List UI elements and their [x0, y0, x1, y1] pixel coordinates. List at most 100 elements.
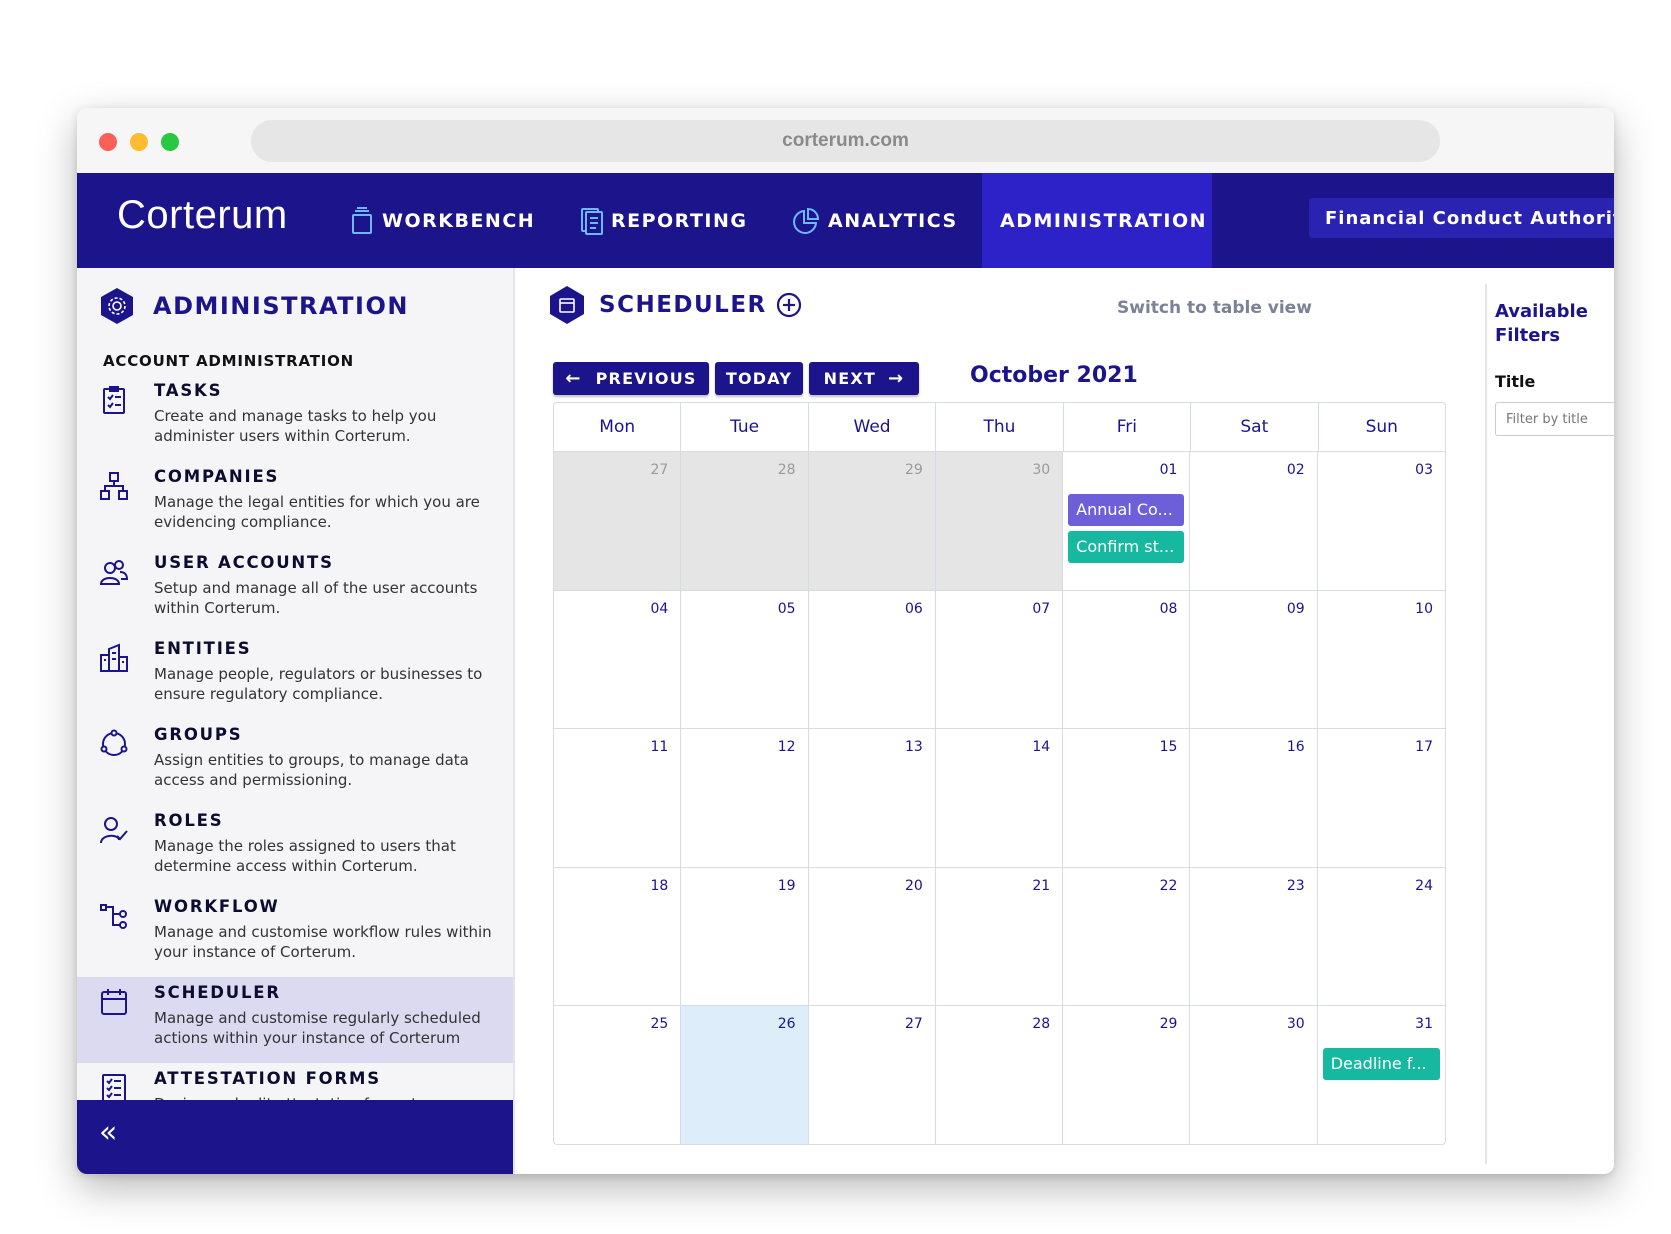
filter-title-input[interactable]	[1495, 402, 1614, 436]
calendar-day-cell[interactable]: 20	[808, 867, 936, 1007]
previous-button-label: PREVIOUS	[595, 369, 697, 388]
day-number: 29	[1159, 1016, 1178, 1033]
calendar-day-cell[interactable]: 31 Deadline f...	[1318, 1006, 1445, 1144]
sidebar-item-desc: Manage the roles assigned to users that …	[154, 837, 456, 875]
day-number: 02	[1286, 462, 1305, 478]
calendar-day-cell[interactable]: 16	[1190, 729, 1318, 868]
filters-title: Available Filters	[1495, 301, 1588, 346]
calendar-day-cell[interactable]: 13	[808, 729, 936, 868]
day-number: 16	[1286, 739, 1305, 756]
calendar-day-cell[interactable]: 01 Annual Co... Confirm st...	[1063, 452, 1191, 591]
calendar-day-cell[interactable]: 17	[1317, 729, 1445, 868]
calendar-day-cell[interactable]: 15	[1063, 729, 1191, 868]
sidebar-item-desc: Manage and customise workflow rules with…	[154, 923, 492, 961]
calendar-day-cell[interactable]: 22	[1063, 867, 1191, 1007]
calendar-event[interactable]: Confirm st...	[1068, 531, 1185, 563]
calendar-day-cell[interactable]: 21	[935, 867, 1064, 1007]
sidebar-item-roles[interactable]: ROLES Manage the roles assigned to users…	[77, 805, 513, 891]
next-button[interactable]: NEXT →	[809, 362, 919, 395]
organisation-select[interactable]: Financial Conduct Authority ▼	[1309, 198, 1614, 238]
nav-analytics-label: ANALYTICS	[828, 209, 958, 232]
calendar-day-cell[interactable]: 07	[935, 590, 1064, 730]
users-icon	[99, 560, 129, 585]
calendar-day-cell[interactable]: 12	[681, 729, 809, 868]
address-bar[interactable]: corterum.com	[251, 120, 1440, 162]
brand-logo[interactable]: Corterum	[117, 193, 288, 238]
form-checklist-icon	[102, 1074, 126, 1102]
calendar-day-cell[interactable]: 27	[554, 452, 682, 591]
day-number: 11	[650, 739, 669, 756]
calendar-day-cell[interactable]: 02	[1190, 452, 1318, 591]
nav-reporting[interactable]: REPORTING	[579, 173, 748, 268]
calendar-day-cell[interactable]: 18	[554, 867, 682, 1007]
day-number: 17	[1415, 739, 1433, 756]
sidebar-item-groups[interactable]: GROUPS Assign entities to groups, to man…	[77, 719, 513, 805]
calendar-day-cell[interactable]: 09	[1190, 590, 1318, 730]
calendar-event[interactable]: Annual Co...	[1068, 494, 1185, 526]
calendar-event[interactable]: Deadline f...	[1322, 1048, 1440, 1081]
sidebar-item-name: ROLES	[154, 811, 224, 830]
top-navigation: Corterum WORKBENCH REPORTING ANALYTICS A…	[77, 173, 1614, 268]
switch-to-table-view-link[interactable]: Switch to table view	[1117, 298, 1312, 318]
calendar-day-cell[interactable]: 14	[935, 729, 1064, 868]
day-number: 12	[777, 739, 796, 756]
day-number: 21	[1032, 877, 1051, 894]
sidebar-item-scheduler[interactable]: SCHEDULER Manage and customise regularly…	[77, 977, 513, 1063]
weekday-sun: Sun	[1365, 417, 1398, 437]
calendar-day-cell[interactable]: 08	[1063, 590, 1191, 730]
calendar-day-cell[interactable]: 27	[809, 1006, 936, 1144]
minimize-window-button[interactable]	[130, 133, 148, 151]
sidebar-item-name: COMPANIES	[154, 467, 280, 486]
calendar-day-cell[interactable]: 11	[554, 729, 682, 868]
calendar-day-cell[interactable]: 10	[1317, 591, 1445, 730]
calendar-navigation: ← PREVIOUS TODAY NEXT →	[553, 362, 919, 395]
sidebar-item-desc: Manage people, regulators or businesses …	[154, 665, 483, 703]
day-number: 20	[905, 877, 923, 894]
sidebar-item-entities[interactable]: ENTITIES Manage people, regulators or bu…	[77, 633, 513, 719]
calendar-day-cell[interactable]: 24	[1317, 868, 1445, 1007]
maximize-window-button[interactable]	[161, 133, 179, 151]
sidebar-item-user-accounts[interactable]: USER ACCOUNTS Setup and manage all of th…	[77, 547, 513, 633]
day-number: 31	[1415, 1016, 1433, 1033]
close-window-button[interactable]	[99, 133, 117, 151]
admin-sidebar: ADMINISTRATION ACCOUNT ADMINISTRATION TA…	[77, 268, 515, 1174]
calendar-day-cell[interactable]: 05	[681, 590, 809, 730]
user-check-icon	[100, 817, 128, 844]
collapse-sidebar-icon[interactable]: «	[99, 1118, 117, 1148]
calendar-day-cell[interactable]: 30	[935, 452, 1064, 591]
calendar-day-cell[interactable]: 19	[681, 867, 809, 1007]
day-number: 07	[1032, 600, 1051, 617]
calendar-day-cell[interactable]: 29	[1063, 1006, 1191, 1144]
day-number: 25	[650, 1016, 669, 1033]
weekday-fri: Fri	[1064, 403, 1192, 451]
calendar-day-cell[interactable]: 23	[1190, 867, 1318, 1007]
sidebar-item-tasks[interactable]: TASKS Create and manage tasks to help yo…	[77, 375, 513, 461]
sidebar-item-companies[interactable]: COMPANIES Manage the legal entities for …	[77, 461, 513, 547]
calendar-day-cell[interactable]: 29	[808, 452, 936, 591]
nav-analytics[interactable]: ANALYTICS	[792, 173, 958, 268]
calendar-day-cell[interactable]: 26	[681, 1006, 809, 1144]
calendar-day-cell[interactable]: 06	[808, 590, 936, 730]
nav-workbench[interactable]: WORKBENCH	[350, 173, 535, 268]
nav-reporting-label: REPORTING	[611, 209, 748, 232]
day-number: 22	[1159, 877, 1178, 894]
sidebar-item-name: ENTITIES	[154, 639, 252, 658]
today-button[interactable]: TODAY	[715, 362, 803, 395]
calendar-day-cell[interactable]: 28	[936, 1006, 1064, 1144]
sidebar-item-workflow[interactable]: WORKFLOW Manage and customise workflow r…	[77, 891, 513, 977]
add-schedule-icon[interactable]	[775, 291, 803, 319]
nav-administration[interactable]: ADMINISTRATION	[982, 173, 1212, 268]
org-chart-icon	[100, 472, 128, 500]
weekday-thu: Thu	[936, 403, 1064, 451]
calendar-day-cell[interactable]: 04	[554, 590, 682, 730]
calendar-day-cell[interactable]: 03	[1317, 452, 1445, 591]
day-number: 26	[777, 1016, 796, 1033]
group-cycle-icon	[100, 729, 128, 756]
weekday-mon: Mon	[554, 403, 682, 451]
day-number: 01	[1159, 462, 1178, 478]
calendar-day-cell[interactable]: 28	[681, 452, 809, 591]
previous-button[interactable]: ← PREVIOUS	[553, 362, 709, 395]
day-number: 05	[777, 600, 796, 617]
calendar-day-cell[interactable]: 25	[554, 1006, 682, 1144]
calendar-day-cell[interactable]: 30	[1190, 1006, 1318, 1144]
